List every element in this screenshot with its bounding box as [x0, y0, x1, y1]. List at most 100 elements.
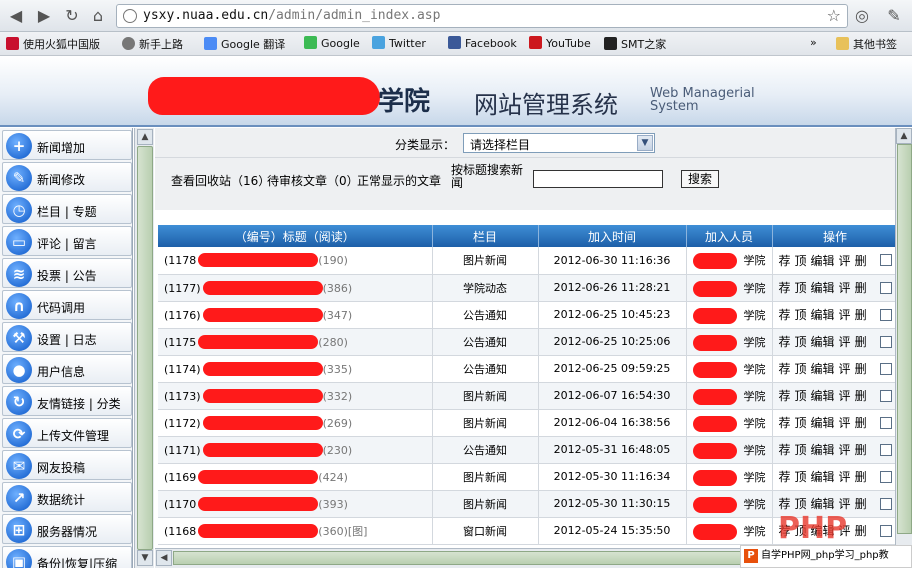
- search-button[interactable]: 搜索: [681, 170, 719, 188]
- sidebar-item-news-add[interactable]: + 新闻增加: [2, 130, 132, 160]
- top-link[interactable]: 顶: [795, 416, 807, 430]
- delete-link[interactable]: 删: [855, 443, 867, 457]
- scroll-up-icon[interactable]: ▲: [137, 129, 153, 145]
- bookmark-item[interactable]: SMT之家: [604, 36, 666, 52]
- top-link[interactable]: 顶: [795, 443, 807, 457]
- comment-link[interactable]: 评: [839, 416, 851, 430]
- bookmark-item[interactable]: Google 翻译: [204, 36, 285, 52]
- bookmark-item[interactable]: Facebook: [448, 36, 517, 50]
- column-header[interactable]: 栏目: [432, 225, 539, 247]
- edit-link[interactable]: 编辑: [811, 335, 835, 349]
- top-link[interactable]: 顶: [795, 362, 807, 376]
- delete-link[interactable]: 删: [855, 308, 867, 322]
- sidebar-item-code[interactable]: ∩ 代码调用: [2, 290, 132, 320]
- bookmark-item[interactable]: YouTube: [529, 36, 591, 50]
- redaction-mark[interactable]: [202, 280, 323, 295]
- sidebar-item-votes[interactable]: ≋ 投票 | 公告: [2, 258, 132, 288]
- scrollbar-thumb[interactable]: [897, 144, 912, 534]
- delete-link[interactable]: 删: [855, 416, 867, 430]
- redaction-mark[interactable]: [202, 415, 323, 430]
- delete-link[interactable]: 删: [855, 335, 867, 349]
- delete-link[interactable]: 删: [855, 389, 867, 403]
- back-icon[interactable]: ◀: [6, 6, 26, 26]
- forward-icon[interactable]: ▶: [34, 6, 54, 26]
- sidebar-item-backup[interactable]: ▣ 备份|恢复|压缩: [2, 546, 132, 568]
- edit-link[interactable]: 编辑: [811, 308, 835, 322]
- recommend-link[interactable]: 荐: [779, 470, 791, 484]
- edit-link[interactable]: 编辑: [811, 443, 835, 457]
- recommend-link[interactable]: 荐: [779, 443, 791, 457]
- sidebar-item-stats[interactable]: ↗ 数据统计: [2, 482, 132, 512]
- content-scrollbar[interactable]: ▲: [895, 128, 912, 548]
- scrollbar-thumb[interactable]: [137, 146, 153, 550]
- bookmark-star-icon[interactable]: ☆: [827, 6, 841, 25]
- sidebar-item-uploads[interactable]: ⟳ 上传文件管理: [2, 418, 132, 448]
- row-checkbox[interactable]: [879, 389, 892, 402]
- comment-link[interactable]: 评: [839, 470, 851, 484]
- bookmark-item[interactable]: 新手上路: [122, 36, 183, 52]
- other-bookmarks[interactable]: 其他书签: [836, 36, 897, 52]
- column-header[interactable]: 操作: [772, 225, 895, 247]
- search-input[interactable]: [533, 170, 663, 188]
- recommend-link[interactable]: 荐: [779, 335, 791, 349]
- recommend-link[interactable]: 荐: [779, 254, 791, 268]
- bookmarks-overflow-icon[interactable]: »: [810, 36, 817, 49]
- comment-link[interactable]: 评: [839, 281, 851, 295]
- sidebar-item-comments[interactable]: ▭ 评论 | 留言: [2, 226, 132, 256]
- normal-articles-link[interactable]: 正常显示的文章: [357, 172, 441, 189]
- top-link[interactable]: 顶: [795, 335, 807, 349]
- column-header[interactable]: 加入时间: [538, 225, 687, 247]
- row-checkbox[interactable]: [879, 335, 892, 348]
- column-header[interactable]: 加入人员: [686, 225, 773, 247]
- recommend-link[interactable]: 荐: [779, 308, 791, 322]
- sidebar-item-submissions[interactable]: ✉ 网友投稿: [2, 450, 132, 480]
- edit-link[interactable]: 编辑: [811, 389, 835, 403]
- redaction-mark[interactable]: [198, 496, 319, 511]
- comment-link[interactable]: 评: [839, 254, 851, 268]
- redaction-mark[interactable]: [198, 469, 319, 484]
- sidebar-item-news-edit[interactable]: ✎ 新闻修改: [2, 162, 132, 192]
- redaction-mark[interactable]: [198, 334, 319, 349]
- wrench-icon[interactable]: ✎: [884, 6, 904, 26]
- column-header[interactable]: （编号）标题（阅读）: [158, 225, 433, 247]
- top-link[interactable]: 顶: [795, 470, 807, 484]
- redaction-mark[interactable]: [202, 361, 323, 376]
- comment-link[interactable]: 评: [839, 335, 851, 349]
- scroll-down-icon[interactable]: ▼: [137, 550, 153, 566]
- edit-link[interactable]: 编辑: [811, 281, 835, 295]
- row-checkbox[interactable]: [879, 443, 892, 456]
- edit-link[interactable]: 编辑: [811, 470, 835, 484]
- redaction-mark[interactable]: [202, 388, 323, 403]
- sidebar-item-server[interactable]: ⊞ 服务器情况: [2, 514, 132, 544]
- edit-link[interactable]: 编辑: [811, 362, 835, 376]
- row-checkbox[interactable]: [879, 281, 892, 294]
- row-checkbox[interactable]: [879, 362, 892, 375]
- top-link[interactable]: 顶: [795, 389, 807, 403]
- sidebar-item-links[interactable]: ↻ 友情链接 | 分类: [2, 386, 132, 416]
- top-link[interactable]: 顶: [795, 254, 807, 268]
- pending-articles-link[interactable]: 待审核文章（0）: [267, 172, 359, 189]
- recommend-link[interactable]: 荐: [779, 416, 791, 430]
- recommend-link[interactable]: 荐: [779, 281, 791, 295]
- url-bar[interactable]: ysxy.nuaa.edu.cn/admin/admin_index.asp ☆: [116, 4, 848, 28]
- chevron-down-icon[interactable]: ▼: [637, 135, 653, 151]
- redaction-mark[interactable]: [198, 253, 319, 268]
- recommend-link[interactable]: 荐: [779, 389, 791, 403]
- recommend-link[interactable]: 荐: [779, 362, 791, 376]
- sync-icon[interactable]: ◎: [852, 6, 872, 26]
- reload-icon[interactable]: ↻: [62, 6, 82, 26]
- bookmark-item[interactable]: Twitter: [372, 36, 426, 50]
- row-checkbox[interactable]: [879, 254, 892, 266]
- comment-link[interactable]: 评: [839, 308, 851, 322]
- sidebar-item-users[interactable]: ● 用户信息: [2, 354, 132, 384]
- redaction-mark[interactable]: [198, 523, 319, 538]
- delete-link[interactable]: 删: [855, 470, 867, 484]
- recycle-bin-link[interactable]: 查看回收站（16）: [171, 172, 270, 189]
- sidebar-scrollbar[interactable]: ▲ ▼: [134, 128, 154, 568]
- category-select[interactable]: 请选择栏目 ▼: [463, 133, 655, 153]
- comment-link[interactable]: 评: [839, 362, 851, 376]
- row-checkbox[interactable]: [879, 308, 892, 321]
- row-checkbox[interactable]: [879, 470, 892, 483]
- comment-link[interactable]: 评: [839, 443, 851, 457]
- edit-link[interactable]: 编辑: [811, 416, 835, 430]
